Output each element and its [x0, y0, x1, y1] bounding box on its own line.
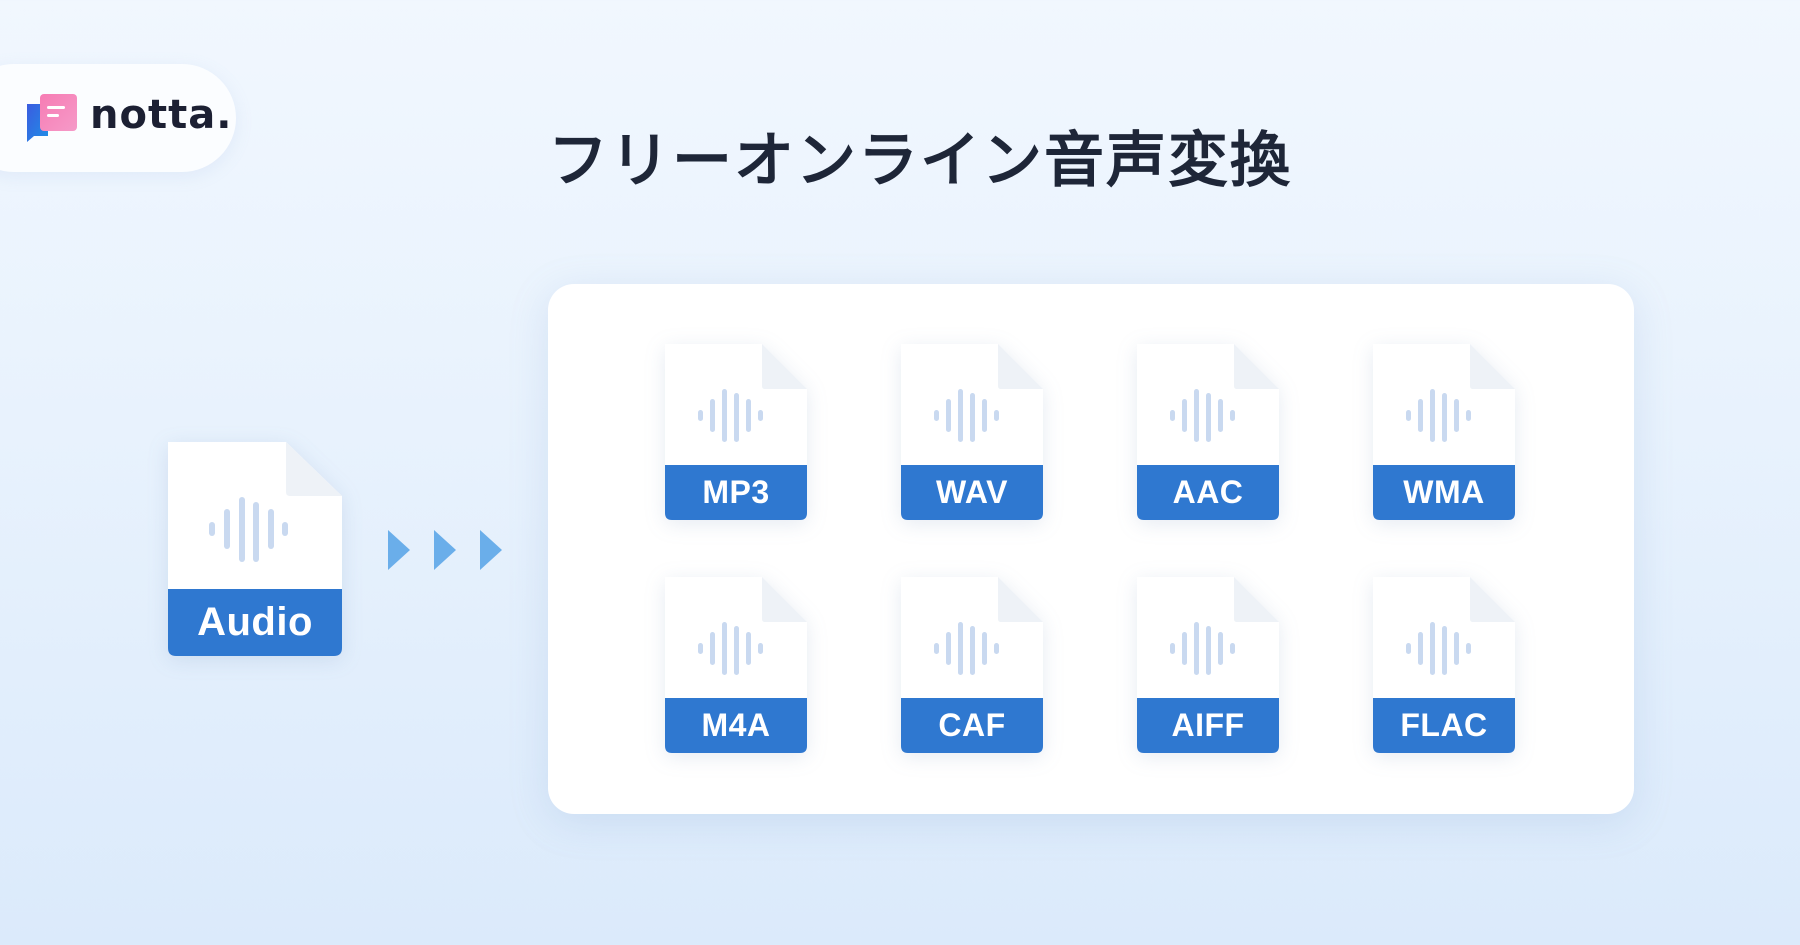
- file-format-label: MP3: [702, 474, 770, 510]
- file-format-label: M4A: [701, 707, 771, 743]
- format-file-wav: WAV: [901, 344, 1043, 520]
- file-format-label: AIFF: [1171, 707, 1245, 743]
- play-arrow-icon: [480, 530, 502, 570]
- format-file-caf: CAF: [901, 577, 1043, 753]
- format-file-m4a: M4A: [665, 577, 807, 753]
- play-arrow-icon: [388, 530, 410, 570]
- file-format-label: AAC: [1172, 474, 1244, 510]
- file-format-label: CAF: [938, 707, 1006, 743]
- format-file-mp3: MP3: [665, 344, 807, 520]
- conversion-arrows: [388, 530, 502, 570]
- format-file-flac: FLAC: [1373, 577, 1515, 753]
- page-title: フリーオンライン音声変換: [548, 126, 1292, 196]
- file-format-label: WAV: [935, 474, 1008, 510]
- file-format-label: WMA: [1403, 474, 1485, 510]
- file-format-label: Audio: [197, 600, 313, 644]
- format-file-aiff: AIFF: [1137, 577, 1279, 753]
- source-audio-file: Audio: [168, 442, 342, 656]
- format-file-aac: AAC: [1137, 344, 1279, 520]
- play-arrow-icon: [434, 530, 456, 570]
- format-file-wma: WMA: [1373, 344, 1515, 520]
- file-format-label: FLAC: [1400, 707, 1488, 743]
